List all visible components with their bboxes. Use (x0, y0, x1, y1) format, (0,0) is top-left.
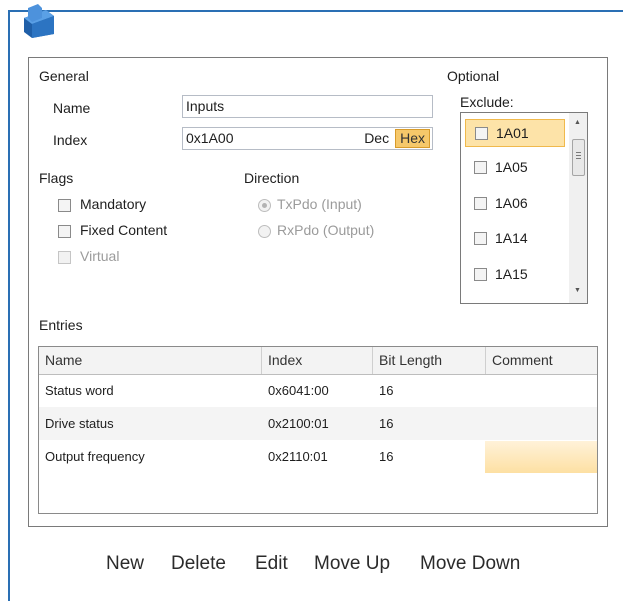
entries-table: Name Index Bit Length Comment Status wor… (38, 346, 598, 514)
fixed-content-checkbox[interactable] (58, 225, 71, 238)
cell-index: 0x6041:00 (268, 383, 329, 398)
table-row[interactable]: Drive status 0x2100:01 16 (39, 407, 597, 440)
exclude-checkbox[interactable] (474, 232, 487, 245)
txpdo-radio[interactable] (258, 199, 271, 212)
column-header-comment[interactable]: Comment (486, 347, 597, 374)
rxpdo-radio[interactable] (258, 225, 271, 238)
mandatory-label: Mandatory (80, 196, 147, 212)
optional-section-label: Optional (447, 68, 500, 84)
move-up-button[interactable]: Move Up (314, 553, 390, 575)
column-header-bit-length[interactable]: Bit Length (373, 347, 485, 374)
window-frame-top (8, 10, 623, 12)
virtual-checkbox[interactable] (58, 251, 71, 264)
cell-index: 0x2100:01 (268, 416, 329, 431)
exclude-checkbox[interactable] (474, 268, 487, 281)
exclude-item-1a14[interactable]: 1A14 (465, 225, 565, 253)
chevron-down-icon[interactable]: ▼ (574, 287, 581, 294)
new-button[interactable]: New (106, 553, 144, 575)
exclude-label: Exclude: (460, 94, 514, 110)
entries-header: Name Index Bit Length Comment (39, 347, 597, 375)
rxpdo-label: RxPdo (Output) (277, 222, 375, 238)
column-header-name[interactable]: Name (39, 347, 261, 374)
exclude-list[interactable]: 1A01 1A05 1A06 1A14 1A15 ▲ ▼ (460, 112, 588, 304)
direction-section-label: Direction (244, 170, 300, 186)
exclude-item-1a01[interactable]: 1A01 (465, 119, 565, 147)
name-input[interactable]: Inputs (182, 95, 433, 118)
table-row[interactable]: Output frequency 0x2110:01 16 (39, 440, 597, 473)
entries-section-label: Entries (39, 317, 83, 333)
flags-section-label: Flags (39, 170, 74, 186)
index-input[interactable]: 0x1A00 Dec Hex (182, 127, 433, 150)
cell-comment[interactable] (486, 440, 492, 473)
index-label: Index (53, 132, 88, 148)
cell-bit-length: 16 (379, 383, 394, 398)
table-row[interactable]: Status word 0x6041:00 16 (39, 374, 597, 407)
chevron-up-icon[interactable]: ▲ (574, 119, 581, 126)
exclude-item-1a05[interactable]: 1A05 (465, 154, 565, 182)
cell-bit-length: 16 (379, 416, 394, 431)
delete-button[interactable]: Delete (171, 553, 226, 575)
window-frame-left (8, 10, 10, 601)
txpdo-label: TxPdo (Input) (277, 196, 362, 212)
cell-name: Output frequency (45, 449, 145, 464)
cell-index: 0x2110:01 (268, 449, 328, 464)
exclude-scrollbar[interactable]: ▲ ▼ (569, 113, 587, 303)
exclude-checkbox[interactable] (475, 127, 488, 140)
name-label: Name (53, 100, 91, 116)
exclude-item-label: 1A14 (495, 230, 528, 246)
exclude-item-label: 1A15 (495, 266, 528, 282)
exclude-item-1a15[interactable]: 1A15 (465, 261, 565, 289)
exclude-item-label: 1A06 (495, 195, 528, 211)
exclude-item-label: 1A05 (495, 159, 528, 175)
cell-highlight (485, 441, 597, 473)
index-value: 0x1A00 (186, 130, 234, 146)
scrollbar-thumb[interactable] (572, 139, 585, 176)
virtual-label: Virtual (80, 248, 120, 264)
move-down-button[interactable]: Move Down (420, 553, 520, 575)
cell-comment[interactable] (486, 407, 492, 440)
exclude-item-label: 1A01 (496, 125, 529, 141)
app-logo-icon (24, 4, 54, 38)
column-header-index[interactable]: Index (262, 347, 372, 374)
dec-toggle[interactable]: Dec (358, 129, 395, 148)
fixed-content-label: Fixed Content (80, 222, 168, 238)
hex-toggle[interactable]: Hex (395, 129, 430, 148)
exclude-item-1a06[interactable]: 1A06 (465, 190, 565, 218)
exclude-checkbox[interactable] (474, 197, 487, 210)
general-section-label: General (39, 68, 89, 84)
mandatory-checkbox[interactable] (58, 199, 71, 212)
edit-button[interactable]: Edit (255, 553, 288, 575)
cell-bit-length: 16 (379, 449, 394, 464)
cell-name: Drive status (45, 416, 114, 431)
cell-comment[interactable] (486, 374, 492, 407)
pdo-settings-panel: General Name Inputs Index 0x1A00 Dec Hex… (28, 57, 608, 527)
cell-name: Status word (45, 383, 114, 398)
exclude-checkbox[interactable] (474, 161, 487, 174)
